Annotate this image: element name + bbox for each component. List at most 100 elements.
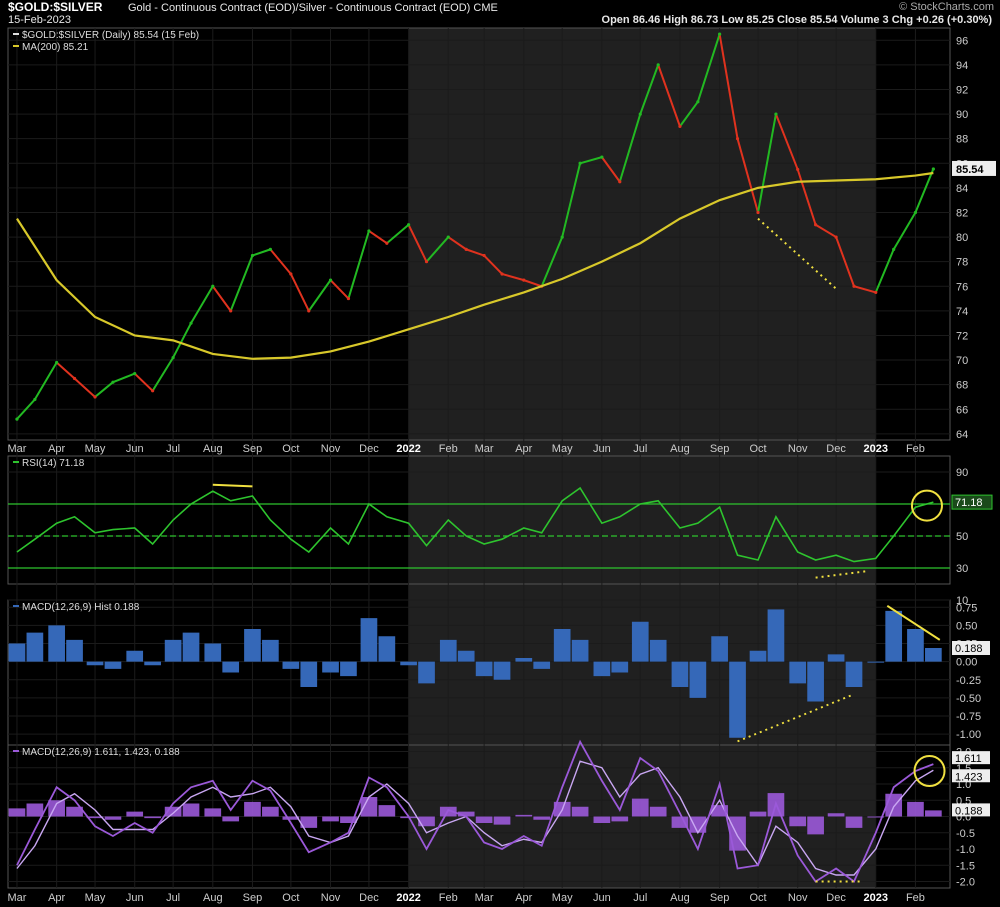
y-tick-label: -1.5 <box>956 860 975 872</box>
macd-hist-bar <box>925 647 942 662</box>
x-tick-label: Feb <box>439 892 458 904</box>
price-point <box>756 210 760 215</box>
macd-panel-hist-bar <box>262 806 279 817</box>
x-tick-label: Dec <box>826 892 846 904</box>
x-tick-label: Apr <box>48 443 65 455</box>
price-point <box>678 124 682 128</box>
macd-hist-bar <box>671 661 689 687</box>
macd-hist-bar <box>26 632 44 662</box>
y-tick-label: 66 <box>956 404 968 416</box>
x-tick-label: Nov <box>321 443 341 455</box>
y-tick-label: 82 <box>956 207 968 219</box>
macd-hist-bar <box>553 629 571 662</box>
hist-last-label: 0.188 <box>955 643 983 655</box>
x-tick-label: Feb <box>906 443 925 455</box>
y-tick-label: 0.50 <box>956 620 977 632</box>
macd-hist-bar <box>104 661 122 669</box>
x-tick-label: May <box>552 443 573 455</box>
price-point <box>892 247 896 251</box>
y-tick-label: 50 <box>956 531 968 543</box>
macd-panel-hist-bar <box>749 811 767 817</box>
x-tick-label: Oct <box>282 892 299 904</box>
macd-panel-hist-bar <box>378 805 396 817</box>
macd-hist-bar <box>282 661 300 669</box>
macd-panel-hist-bar <box>8 808 26 817</box>
price-point <box>522 278 526 282</box>
price-point <box>464 247 468 251</box>
x-tick-label: Jul <box>633 443 647 455</box>
legend-rsi: RSI(14) 71.18 <box>22 458 85 469</box>
y-tick-label: 0.00 <box>956 657 977 669</box>
x-tick-label: 2023 <box>864 892 888 904</box>
price-point <box>696 100 700 104</box>
macd-hist-bar <box>400 661 417 666</box>
x-tick-label: Feb <box>439 443 458 455</box>
price-point <box>446 235 450 239</box>
macd-panel-hist-bar <box>611 816 629 822</box>
y-tick-label: 84 <box>956 183 968 195</box>
macd-hist-bar <box>66 639 83 662</box>
price-point <box>913 210 918 215</box>
y-tick-label: 90 <box>956 109 968 121</box>
legend-swatch-rsi <box>13 461 19 463</box>
price-point <box>189 321 193 325</box>
x-tick-label: 2022 <box>396 443 420 455</box>
x-tick-label: May <box>85 892 106 904</box>
y-tick-label: 78 <box>956 257 968 269</box>
y-tick-label: -2.0 <box>956 877 975 889</box>
price-segment <box>892 211 917 250</box>
price-point <box>268 247 272 251</box>
macd-hist-bar <box>845 661 863 687</box>
macd-panel-hist-bar <box>204 808 222 817</box>
macd-hist-bar <box>322 661 339 673</box>
price-point <box>367 229 371 233</box>
y-tick-label: -0.75 <box>956 711 981 723</box>
price-point <box>307 309 311 313</box>
price-point <box>560 235 564 239</box>
macd-panel-hist-bar <box>182 803 200 817</box>
macd-panel-hist-bar <box>475 816 493 823</box>
macd-hist-bar <box>86 661 104 666</box>
macd-hist-bar <box>631 621 649 662</box>
macd-panel-hist-bar <box>26 803 44 817</box>
macd-panel-hist-bar <box>322 816 339 822</box>
price-segment <box>34 362 58 400</box>
macd-hist-bar <box>164 639 182 662</box>
macd-hist-bar <box>749 650 767 662</box>
y-tick-label: 68 <box>956 380 968 392</box>
y-tick-label: 96 <box>956 35 968 47</box>
macd-panel-hist-bar <box>789 816 807 827</box>
macd-panel-hist-bar <box>845 816 863 828</box>
y-tick-label: 72 <box>956 330 968 342</box>
price-segment <box>190 285 214 324</box>
price-point <box>931 167 935 171</box>
annotation-circle <box>913 755 946 787</box>
price-point <box>55 360 59 365</box>
price-point <box>482 253 486 258</box>
stock-chart[interactable]: 9694929088868482807876747270686664907050… <box>0 0 1000 907</box>
price-segment <box>386 224 410 244</box>
macd-hist-bar <box>649 639 667 662</box>
price-segment <box>329 279 350 300</box>
y-tick-label: -1.0 <box>956 844 975 856</box>
price-point <box>796 167 800 172</box>
macd-hist-bar <box>593 661 611 677</box>
macd-panel-hist-bar <box>593 816 611 823</box>
macd-hist-bar <box>262 639 279 662</box>
x-tick-label: Sep <box>243 892 263 904</box>
macd-hist-bar <box>439 639 457 662</box>
x-tick-label: Jun <box>593 892 611 904</box>
price-segment <box>134 372 154 392</box>
macd-hist-bar <box>789 661 807 684</box>
x-tick-label: Aug <box>203 443 223 455</box>
y-tick-label: 88 <box>956 134 968 146</box>
x-tick-label: Mar <box>7 892 26 904</box>
rsi-last-label: 71.18 <box>955 497 983 509</box>
macd-hist-bar <box>378 636 396 662</box>
legend-ma: MA(200) 85.21 <box>22 42 89 53</box>
macd-hist-bar <box>689 661 707 698</box>
macd-hist-bar <box>126 650 144 662</box>
x-tick-label: Aug <box>670 443 690 455</box>
legend-hist: MACD(12,26,9) Hist 0.188 <box>22 602 140 613</box>
macd-panel-hist-bar <box>533 816 551 820</box>
